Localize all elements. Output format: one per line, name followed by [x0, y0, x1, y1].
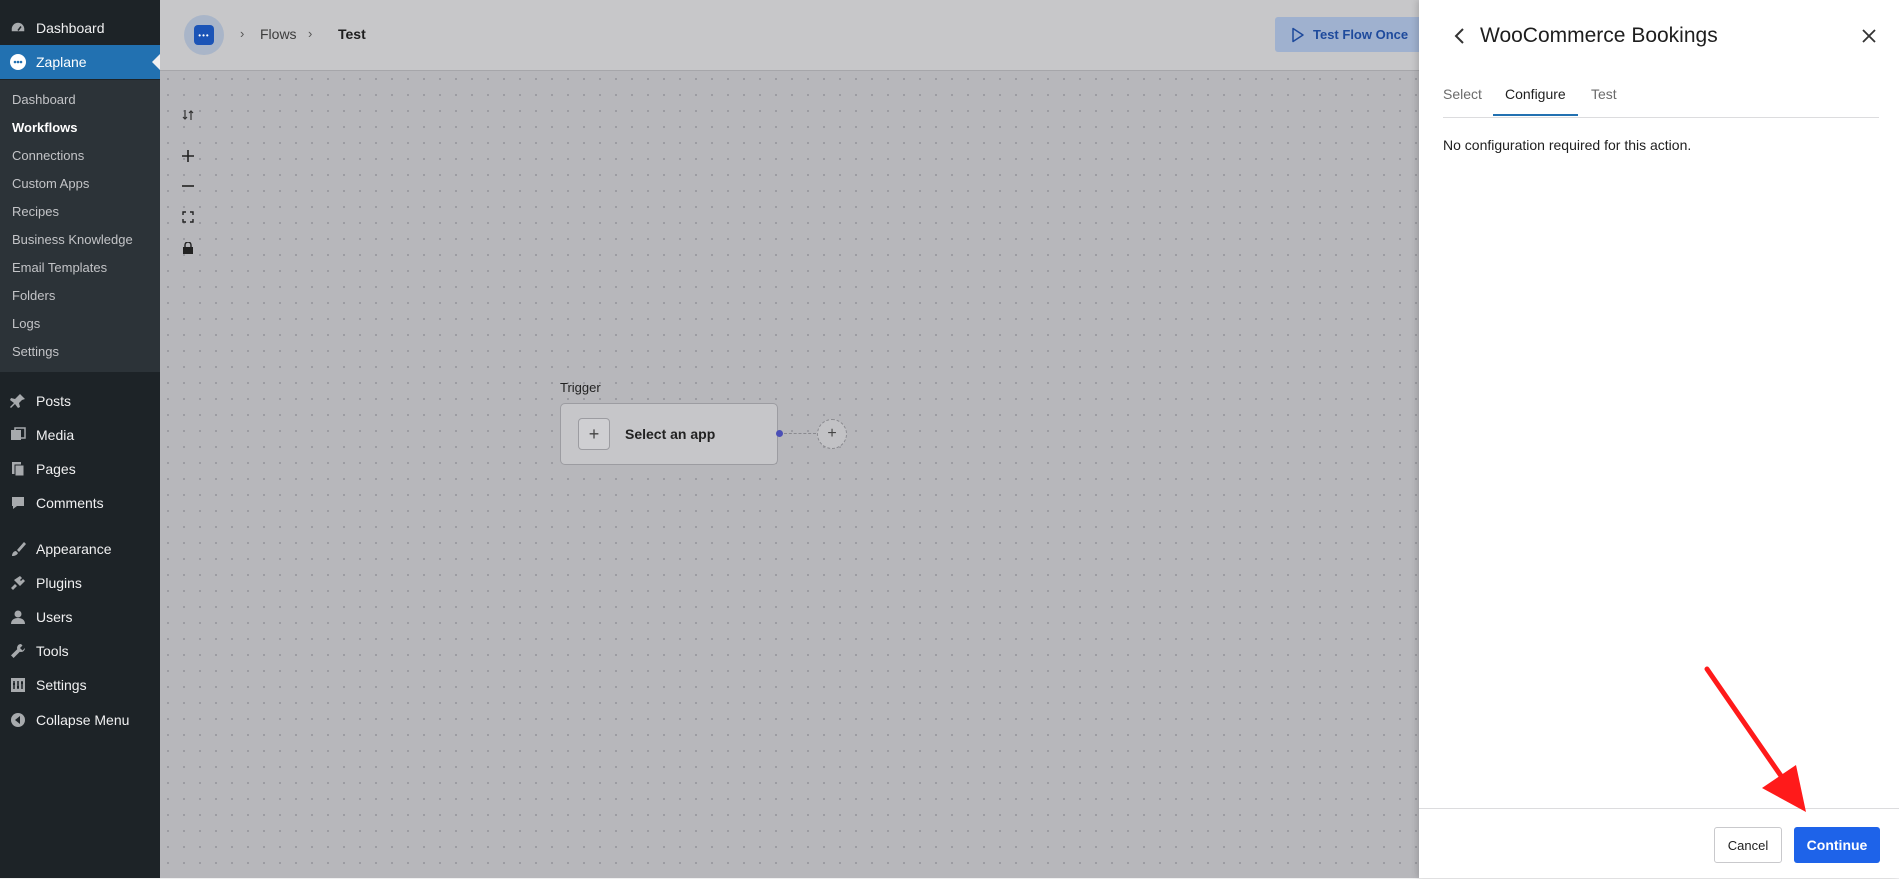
sidebar-item-zaplane[interactable]: Zaplane	[0, 45, 160, 79]
media-icon	[8, 427, 28, 443]
tab-test[interactable]: Test	[1591, 86, 1617, 116]
auto-layout-icon[interactable]	[180, 107, 196, 123]
wrench-icon	[8, 643, 28, 659]
sidebar-item-label: Collapse Menu	[36, 712, 130, 728]
close-icon	[1862, 29, 1876, 43]
sidebar-item-media[interactable]: Media	[0, 418, 160, 452]
comment-icon	[8, 495, 28, 511]
no-config-message: No configuration required for this actio…	[1443, 137, 1692, 153]
tab-select[interactable]: Select	[1443, 86, 1482, 116]
plus-icon: +	[827, 425, 837, 442]
breadcrumb-flows[interactable]: Flows	[260, 26, 297, 42]
user-icon	[8, 609, 28, 625]
zoom-in-icon[interactable]	[180, 148, 196, 164]
flow-canvas[interactable]: Trigger + Select an app +	[160, 71, 1419, 878]
brush-icon	[8, 541, 28, 557]
chevron-right-icon: ›	[308, 26, 313, 41]
submenu-item-connections[interactable]: Connections	[12, 148, 84, 163]
zaplane-logo-icon: •••	[194, 25, 214, 45]
sidebar-item-label: Media	[36, 427, 75, 443]
sidebar-item-label: Appearance	[36, 541, 112, 557]
pages-icon	[8, 461, 28, 477]
connector-handle[interactable]	[776, 430, 783, 437]
sidebar-item-label: Settings	[36, 677, 87, 693]
flow-header: ••• › Flows › Test Test Flow Once	[160, 0, 1419, 71]
zoom-out-icon[interactable]	[180, 178, 196, 194]
trigger-node[interactable]: + Select an app	[560, 403, 778, 465]
wp-admin-sidebar: Dashboard Zaplane Dashboard Workflows Co…	[0, 0, 160, 878]
zaplane-submenu: Dashboard Workflows Connections Custom A…	[0, 80, 160, 372]
submenu-item-recipes[interactable]: Recipes	[12, 204, 59, 219]
submenu-item-custom-apps[interactable]: Custom Apps	[12, 176, 89, 191]
zaplane-icon	[8, 53, 28, 71]
sidebar-item-users[interactable]: Users	[0, 600, 160, 634]
sidebar-item-pages[interactable]: Pages	[0, 452, 160, 486]
panel-tabs: Select Configure Test	[1443, 84, 1879, 118]
connector-edge	[784, 433, 816, 434]
fit-view-icon[interactable]	[180, 209, 196, 225]
sidebar-item-appearance[interactable]: Appearance	[0, 532, 160, 566]
panel-footer: Cancel Continue	[1419, 808, 1899, 879]
plus-icon: +	[578, 418, 610, 450]
collapse-menu-button[interactable]: Collapse Menu	[0, 703, 160, 737]
sidebar-item-dashboard[interactable]: Dashboard	[0, 11, 160, 45]
submenu-item-business-knowledge[interactable]: Business Knowledge	[12, 232, 133, 247]
sidebar-item-label: Dashboard	[36, 20, 105, 36]
tab-configure[interactable]: Configure	[1493, 86, 1578, 116]
panel-title: WooCommerce Bookings	[1480, 24, 1718, 47]
test-flow-once-label: Test Flow Once	[1313, 27, 1409, 42]
sidebar-item-posts[interactable]: Posts	[0, 384, 160, 418]
cancel-button[interactable]: Cancel	[1714, 827, 1782, 863]
chevron-right-icon: ›	[240, 26, 245, 41]
sidebar-item-label: Zaplane	[36, 54, 87, 70]
breadcrumb-current: Test	[338, 26, 366, 42]
plugin-icon	[8, 575, 28, 591]
chevron-left-icon	[1454, 28, 1464, 44]
play-icon	[1291, 27, 1305, 43]
submenu-item-logs[interactable]: Logs	[12, 316, 40, 331]
zaplane-logo[interactable]: •••	[184, 15, 224, 55]
lock-icon[interactable]	[180, 240, 196, 256]
submenu-item-email-templates[interactable]: Email Templates	[12, 260, 107, 275]
test-flow-once-button[interactable]: Test Flow Once	[1275, 17, 1419, 52]
trigger-node-label: Select an app	[625, 426, 716, 442]
sidebar-item-plugins[interactable]: Plugins	[0, 566, 160, 600]
submenu-item-folders[interactable]: Folders	[12, 288, 55, 303]
sidebar-item-settings[interactable]: Settings	[0, 668, 160, 702]
config-panel: WooCommerce Bookings Select Configure Te…	[1419, 0, 1899, 878]
add-step-button[interactable]: +	[817, 419, 847, 449]
collapse-icon	[8, 712, 28, 728]
dashboard-icon	[8, 20, 28, 36]
sidebar-item-label: Posts	[36, 393, 72, 409]
sidebar-item-label: Plugins	[36, 575, 82, 591]
sidebar-item-comments[interactable]: Comments	[0, 486, 160, 520]
back-button[interactable]	[1449, 26, 1469, 46]
close-button[interactable]	[1859, 26, 1879, 46]
settings-icon	[8, 677, 28, 693]
sidebar-item-label: Users	[36, 609, 73, 625]
submenu-item-workflows[interactable]: Workflows	[12, 120, 78, 135]
sidebar-item-label: Comments	[36, 495, 104, 511]
sidebar-item-tools[interactable]: Tools	[0, 634, 160, 668]
pin-icon	[8, 393, 28, 409]
submenu-item-settings[interactable]: Settings	[12, 344, 59, 359]
trigger-label: Trigger	[560, 380, 601, 395]
flow-builder: ••• › Flows › Test Test Flow Once Trigge…	[160, 0, 1419, 878]
sidebar-item-label: Pages	[36, 461, 76, 477]
submenu-item-dashboard[interactable]: Dashboard	[12, 92, 76, 107]
continue-button[interactable]: Continue	[1794, 827, 1880, 863]
sidebar-item-label: Tools	[36, 643, 69, 659]
